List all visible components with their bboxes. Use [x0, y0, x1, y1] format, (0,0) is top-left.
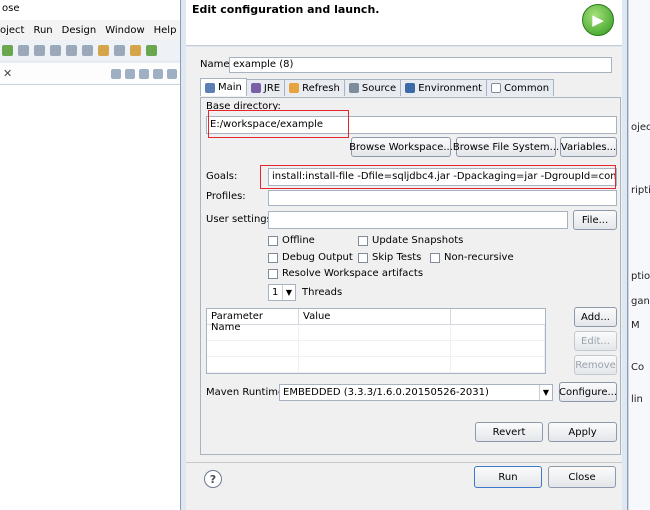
step-return-icon[interactable] [82, 44, 93, 56]
link-icon[interactable] [167, 68, 177, 79]
table-row[interactable] [207, 341, 545, 357]
ide-title: ose [2, 3, 20, 14]
jre-icon [250, 83, 261, 93]
menu-help[interactable]: Help [154, 25, 177, 36]
edit-button[interactable]: Edit... [574, 331, 617, 351]
file-button[interactable]: File... [573, 210, 617, 230]
maven-runtime-select[interactable]: EMBEDDED (3.3.3/1.6.0.20150526-2031) ▼ [279, 384, 553, 401]
skip-tests-checkbox[interactable]: Skip Tests [358, 252, 421, 263]
help-icon[interactable]: ? [204, 470, 222, 488]
tab-source[interactable]: Source [343, 79, 402, 96]
menu-project[interactable]: oject [0, 25, 24, 36]
menu-design[interactable]: Design [62, 25, 97, 36]
table-header: Parameter Name Value [207, 309, 545, 333]
ide-toolbar [0, 40, 180, 60]
ide-menubar: oject Run Design Window Help [0, 20, 180, 40]
column-value[interactable]: Value [299, 309, 451, 324]
right-fragment: Co [631, 362, 645, 373]
threads-label: Threads [302, 287, 343, 298]
ide-view-header: ✕ [0, 63, 180, 85]
parameter-table[interactable]: Parameter Name Value [206, 308, 546, 374]
profiles-input[interactable] [268, 190, 617, 206]
chevron-down-icon: ▼ [539, 385, 552, 400]
filter-icon[interactable] [114, 44, 125, 56]
browse-workspace-button[interactable]: Browse Workspace... [349, 137, 453, 157]
step-over-icon[interactable] [66, 44, 77, 56]
refresh-icon [289, 83, 300, 93]
right-fragment: M [631, 320, 640, 331]
header-message: Edit configuration and launch. [192, 3, 380, 16]
table-row[interactable] [207, 325, 545, 341]
right-fragment: ripti [631, 185, 650, 196]
play-icon[interactable] [2, 44, 13, 56]
run-icon: ▶ [582, 4, 614, 36]
home-icon[interactable] [139, 68, 149, 79]
right-fragment: oject [631, 122, 650, 133]
maven-runtime-label: Maven Runtime: [206, 387, 288, 398]
common-icon [491, 83, 502, 93]
debug-icon[interactable] [130, 44, 141, 56]
user-settings-input[interactable] [268, 211, 568, 229]
tools-icon[interactable] [146, 44, 157, 56]
right-fragment: ption [631, 271, 650, 282]
tab-refresh[interactable]: Refresh [284, 79, 345, 96]
variables-button[interactable]: Variables... [560, 137, 617, 157]
non-recursive-checkbox[interactable]: Non-recursive [430, 252, 514, 263]
browse-file-system-button[interactable]: Browse File System... [453, 137, 559, 157]
goals-label: Goals: [206, 171, 238, 182]
main-panel: Name: example (8) Main JRE Refresh Sourc… [186, 47, 622, 462]
column-parameter-name[interactable]: Parameter Name [207, 309, 299, 333]
name-label: Name: [200, 59, 233, 70]
resolve-workspace-checkbox[interactable]: Resolve Workspace artifacts [268, 268, 423, 279]
collapse-icon[interactable] [153, 68, 163, 79]
ide-right-panel: oject ripti ption gani M Co lin [628, 0, 650, 510]
step-icon[interactable] [50, 44, 61, 56]
main-icon [205, 82, 215, 93]
menu-run[interactable]: Run [33, 25, 52, 36]
tab-main[interactable]: Main [200, 78, 247, 96]
threads-select[interactable]: 1 ▼ [268, 284, 296, 301]
user-settings-label: User settings: [206, 214, 276, 225]
run-button[interactable]: Run [474, 466, 542, 488]
dialog-header: Edit configuration and launch. ▶ [186, 0, 622, 46]
back-icon[interactable] [111, 68, 121, 79]
debug-output-checkbox[interactable]: Debug Output [268, 252, 353, 263]
close-button[interactable]: Close [548, 466, 616, 488]
profiles-label: Profiles: [206, 191, 246, 202]
revert-button[interactable]: Revert [475, 422, 543, 442]
forward-icon[interactable] [125, 68, 135, 79]
environment-icon [405, 83, 416, 93]
tab-jre[interactable]: JRE [245, 79, 286, 96]
tab-bar: Main JRE Refresh Source Environment Comm… [200, 78, 555, 96]
configure-button[interactable]: Configure... [559, 382, 617, 402]
highlight-base-directory [208, 110, 349, 138]
right-fragment: gani [631, 296, 650, 307]
stop-icon[interactable] [34, 44, 45, 56]
offline-checkbox[interactable]: Offline [268, 235, 315, 246]
ide-left-view [0, 85, 180, 510]
pause-icon[interactable] [18, 44, 29, 56]
launch-configuration-dialog: Edit configuration and launch. ▶ Name: e… [180, 0, 628, 510]
tab-common[interactable]: Common [486, 79, 555, 96]
remove-button[interactable]: Remove [574, 355, 617, 375]
menu-window[interactable]: Window [105, 25, 144, 36]
close-view-icon[interactable]: ✕ [3, 67, 12, 80]
source-icon [348, 83, 359, 93]
name-input[interactable]: example (8) [229, 57, 612, 73]
table-row[interactable] [207, 357, 545, 373]
ide-title-bar: ose [0, 0, 180, 20]
tab-environment[interactable]: Environment [400, 79, 488, 96]
add-button[interactable]: Add... [574, 307, 617, 327]
highlight-goals [260, 165, 616, 189]
update-snapshots-checkbox[interactable]: Update Snapshots [358, 235, 463, 246]
dialog-footer: ? Run Close [186, 462, 622, 510]
drop-frame-icon[interactable] [98, 44, 109, 56]
apply-button[interactable]: Apply [548, 422, 617, 442]
chevron-down-icon: ▼ [282, 285, 295, 300]
right-fragment: lin [631, 394, 643, 405]
